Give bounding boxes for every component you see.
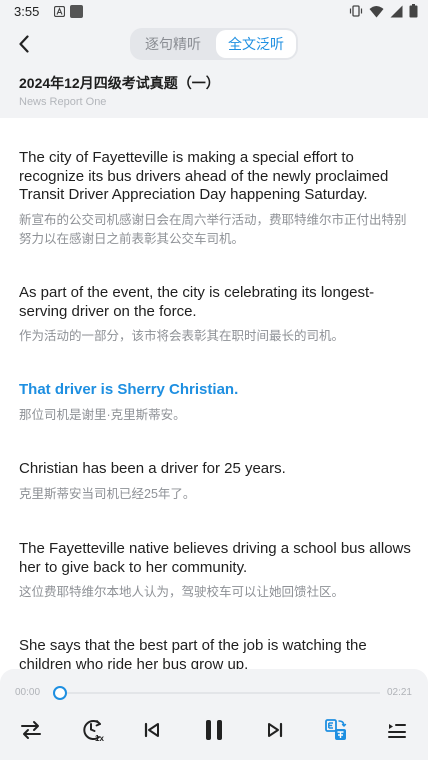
sentence-english: As part of the event, the city is celebr… (19, 284, 375, 320)
play-order-icon (21, 721, 41, 739)
sentence-english: Christian has been a driver for 25 years… (19, 460, 286, 477)
skip-previous-icon (144, 722, 159, 738)
playback-speed-button[interactable]: 1x (79, 716, 107, 744)
back-button[interactable] (10, 30, 38, 58)
sentence-english: The city of Fayetteville is making a spe… (19, 149, 389, 203)
status-bar: 3:55 (0, 0, 428, 24)
sentence-item[interactable]: As part of the event, the city is celebr… (19, 284, 411, 346)
sentence-chinese: 克里斯蒂安当司机已经25年了。 (19, 486, 196, 501)
tab-full-text-listening[interactable]: 全文泛听 (216, 30, 296, 58)
status-time: 3:55 (14, 4, 40, 19)
duration-time: 02:21 (386, 687, 412, 698)
signal-icon (390, 5, 403, 17)
pause-button[interactable] (200, 716, 228, 744)
speed-icon: 1x (83, 720, 104, 743)
vibrate-icon (349, 5, 363, 17)
sentence-english: The Fayetteville native believes driving… (19, 540, 411, 576)
notification-a-icon (54, 6, 65, 17)
progress-bar[interactable] (60, 692, 380, 694)
play-order-button[interactable] (17, 716, 45, 744)
sentence-english: That driver is Sherry Christian. (19, 381, 239, 398)
sentence-chinese: 那位司机是谢里·克里斯蒂安。 (19, 407, 186, 422)
audio-player: 00:00 02:21 1x (0, 669, 428, 760)
battery-icon (409, 4, 418, 18)
sentence-item[interactable]: The city of Fayetteville is making a spe… (19, 149, 411, 249)
playlist-icon (388, 724, 406, 738)
tab-sentence-listening[interactable]: 逐句精听 (132, 30, 214, 58)
pause-icon (206, 720, 222, 740)
next-sentence-button[interactable] (261, 716, 289, 744)
sentence-item[interactable]: The Fayetteville native believes driving… (19, 540, 411, 602)
translate-icon (325, 719, 347, 740)
skip-next-icon (268, 722, 283, 738)
sentence-item-active[interactable]: That driver is Sherry Christian. 那位司机是谢里… (19, 381, 411, 425)
wifi-icon (369, 5, 384, 17)
title-area: 2024年12月四级考试真题（一） News Report One (0, 64, 428, 118)
sentence-chinese: 作为活动的一部分，该市将会表彰其在职时间最长的司机。 (19, 329, 345, 343)
sentence-english: She says that the best part of the job i… (19, 637, 367, 670)
previous-sentence-button[interactable] (138, 716, 166, 744)
sentence-chinese: 这位费耶特维尔本地人认为，驾驶校车可以让她回馈社区。 (19, 585, 345, 599)
progress-thumb[interactable] (53, 686, 67, 700)
transcript-list[interactable]: The city of Fayetteville is making a spe… (0, 118, 428, 670)
page-subtitle: News Report One (19, 96, 107, 108)
sentence-item[interactable]: She says that the best part of the job i… (19, 637, 411, 670)
back-arrow-icon (19, 35, 29, 53)
translation-toggle-button[interactable] (322, 716, 350, 744)
mode-segmented-control: 逐句精听 全文泛听 (130, 28, 298, 60)
current-time: 00:00 (15, 687, 41, 698)
speed-label: 1x (95, 734, 104, 743)
page-title: 2024年12月四级考试真题（一） (19, 75, 220, 91)
sentence-item[interactable]: Christian has been a driver for 25 years… (19, 460, 411, 504)
playlist-button[interactable] (383, 716, 411, 744)
notification-box-icon (70, 5, 83, 18)
sentence-chinese: 新宣布的公交司机感谢日会在周六举行活动，费耶特维尔市正付出特别努力以在感谢日之前… (19, 212, 407, 246)
header-bar: 逐句精听 全文泛听 (0, 24, 428, 64)
